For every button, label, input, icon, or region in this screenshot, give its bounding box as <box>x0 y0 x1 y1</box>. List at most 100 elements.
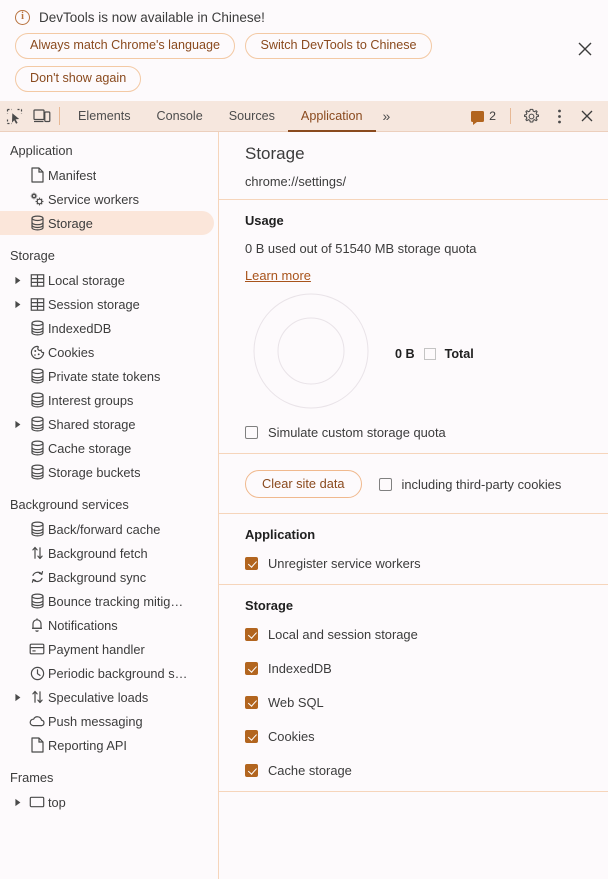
expand-triangle-icon[interactable] <box>10 300 26 309</box>
sidebar-item-back-forward-cache[interactable]: Back/forward cache <box>0 517 214 541</box>
issues-speech-bubble-icon <box>471 110 485 125</box>
switch-devtools-language-button[interactable]: Switch DevTools to Chinese <box>245 33 432 59</box>
sidebar-item-storage-buckets[interactable]: Storage buckets <box>0 460 214 484</box>
usage-section: Usage 0 B used out of 51540 MB storage q… <box>219 200 608 453</box>
issues-counter-button[interactable]: 2 <box>463 109 504 125</box>
clear-option-row[interactable]: IndexedDB <box>245 661 608 676</box>
clear-option-checkbox[interactable] <box>245 730 258 743</box>
usage-chart-area: 0 B Total <box>245 291 608 411</box>
sidebar-item-payment-handler[interactable]: Payment handler <box>0 637 214 661</box>
clear-option-row[interactable]: Unregister service workers <box>245 556 608 571</box>
clear-option-row[interactable]: Cache storage <box>245 763 608 778</box>
sidebar-item-storage[interactable]: Storage <box>0 211 214 235</box>
sidebar-item-shared-storage[interactable]: Shared storage <box>0 412 214 436</box>
tab-sources[interactable]: Sources <box>216 101 288 131</box>
always-match-language-button[interactable]: Always match Chrome's language <box>15 33 236 59</box>
tabstrip-right-controls: 2 <box>463 101 608 131</box>
expand-triangle-icon[interactable] <box>10 693 26 702</box>
sidebar-item-cache-storage[interactable]: Cache storage <box>0 436 214 460</box>
third-party-cookies-checkbox[interactable] <box>378 477 392 491</box>
simulate-quota-checkbox[interactable] <box>245 426 258 439</box>
sidebar-item-private-state-tokens[interactable]: Private state tokens <box>0 364 214 388</box>
storage-donut-chart <box>253 293 369 409</box>
clear-site-data-button[interactable]: Clear site data <box>245 470 362 498</box>
cloud-icon <box>26 715 48 728</box>
sidebar-item-session-storage[interactable]: Session storage <box>0 292 214 316</box>
device-toolbar-icon[interactable] <box>28 101 56 131</box>
clear-option-row[interactable]: Web SQL <box>245 695 608 710</box>
clear-option-row[interactable]: Local and session storage <box>245 627 608 642</box>
sidebar-item-reporting-api[interactable]: Reporting API <box>0 733 214 757</box>
tab-sources-label: Sources <box>228 109 275 123</box>
close-devtools-icon[interactable] <box>573 108 601 124</box>
sidebar-item-cookies[interactable]: Cookies <box>0 340 214 364</box>
frame-icon <box>26 795 48 809</box>
sidebar-item-service-workers[interactable]: Service workers <box>0 187 214 211</box>
kebab-menu-icon[interactable] <box>545 108 573 125</box>
clear-option-checkbox[interactable] <box>245 557 258 570</box>
sidebar-item-push-messaging[interactable]: Push messaging <box>0 709 214 733</box>
sidebar-item-indexeddb[interactable]: IndexedDB <box>0 316 214 340</box>
simulate-quota-row[interactable]: Simulate custom storage quota <box>245 425 608 440</box>
sidebar-item-periodic-background-s[interactable]: Periodic background s… <box>0 661 214 685</box>
banner-message-row: i DevTools is now available in Chinese! <box>12 10 596 25</box>
toolbar-divider-right <box>510 108 511 124</box>
tab-console[interactable]: Console <box>144 101 216 131</box>
clear-option-label: Cache storage <box>268 763 352 778</box>
issues-count-label: 2 <box>489 109 496 123</box>
sidebar-item-local-storage[interactable]: Local storage <box>0 268 214 292</box>
storage-panel-header: Storage chrome://settings/ <box>219 132 608 199</box>
database-icon <box>26 464 48 480</box>
clear-option-checkbox[interactable] <box>245 696 258 709</box>
gear-icon[interactable] <box>517 108 545 125</box>
clear-option-label: IndexedDB <box>268 661 332 676</box>
more-tabs-chevron-icon[interactable]: » <box>376 101 398 131</box>
database-icon <box>26 593 48 609</box>
tab-application-label: Application <box>300 109 363 123</box>
clear-option-row[interactable]: Cookies <box>245 729 608 744</box>
tab-elements[interactable]: Elements <box>65 101 144 131</box>
tab-application[interactable]: Application <box>287 101 376 132</box>
sidebar-item-label: Interest groups <box>48 392 134 408</box>
sidebar-item-label: Storage buckets <box>48 464 141 480</box>
clear-option-checkbox[interactable] <box>245 764 258 777</box>
info-icon: i <box>15 10 30 25</box>
banner-close-icon[interactable] <box>574 38 596 60</box>
sidebar-item-label: Private state tokens <box>48 368 161 384</box>
sidebar-item-label: Background fetch <box>48 545 148 561</box>
usage-summary: 0 B used out of 51540 MB storage quota <box>245 241 477 256</box>
sidebar-item-background-fetch[interactable]: Background fetch <box>0 541 214 565</box>
sidebar-group-title: Background services <box>10 497 129 512</box>
expand-triangle-icon[interactable] <box>10 798 26 807</box>
sidebar-item-label: Periodic background s… <box>48 665 188 681</box>
expand-triangle-icon[interactable] <box>10 420 26 429</box>
sidebar-item-bounce-tracking-mitig[interactable]: Bounce tracking mitig… <box>0 589 214 613</box>
sidebar-item-manifest[interactable]: Manifest <box>0 163 214 187</box>
sidebar-item-speculative-loads[interactable]: Speculative loads <box>0 685 214 709</box>
inspect-element-icon[interactable] <box>0 101 28 131</box>
tab-elements-label: Elements <box>78 109 131 123</box>
clear-site-data-row: Clear site data including third-party co… <box>219 454 608 513</box>
learn-more-link[interactable]: Learn more <box>245 268 311 283</box>
sidebar-item-notifications[interactable]: Notifications <box>0 613 214 637</box>
sidebar-item-label: Storage <box>48 215 93 231</box>
application-checkbox-list: Unregister service workers <box>245 556 608 571</box>
sidebar-item-interest-groups[interactable]: Interest groups <box>0 388 214 412</box>
banner-button-group: Always match Chrome's language Switch De… <box>12 33 596 99</box>
sidebar-item-top[interactable]: top <box>0 790 214 814</box>
divider <box>219 791 608 792</box>
database-icon <box>26 215 48 231</box>
third-party-cookies-row[interactable]: including third-party cookies <box>378 477 561 492</box>
clear-option-checkbox[interactable] <box>245 662 258 675</box>
sidebar-item-background-sync[interactable]: Background sync <box>0 565 214 589</box>
database-icon <box>26 521 48 537</box>
expand-triangle-icon[interactable] <box>10 276 26 285</box>
clear-option-checkbox[interactable] <box>245 628 258 641</box>
sidebar-item-label: Back/forward cache <box>48 521 161 537</box>
dont-show-again-button[interactable]: Don't show again <box>15 66 142 92</box>
storage-chart-legend: 0 B Total <box>395 297 474 411</box>
clear-option-label: Cookies <box>268 729 315 744</box>
